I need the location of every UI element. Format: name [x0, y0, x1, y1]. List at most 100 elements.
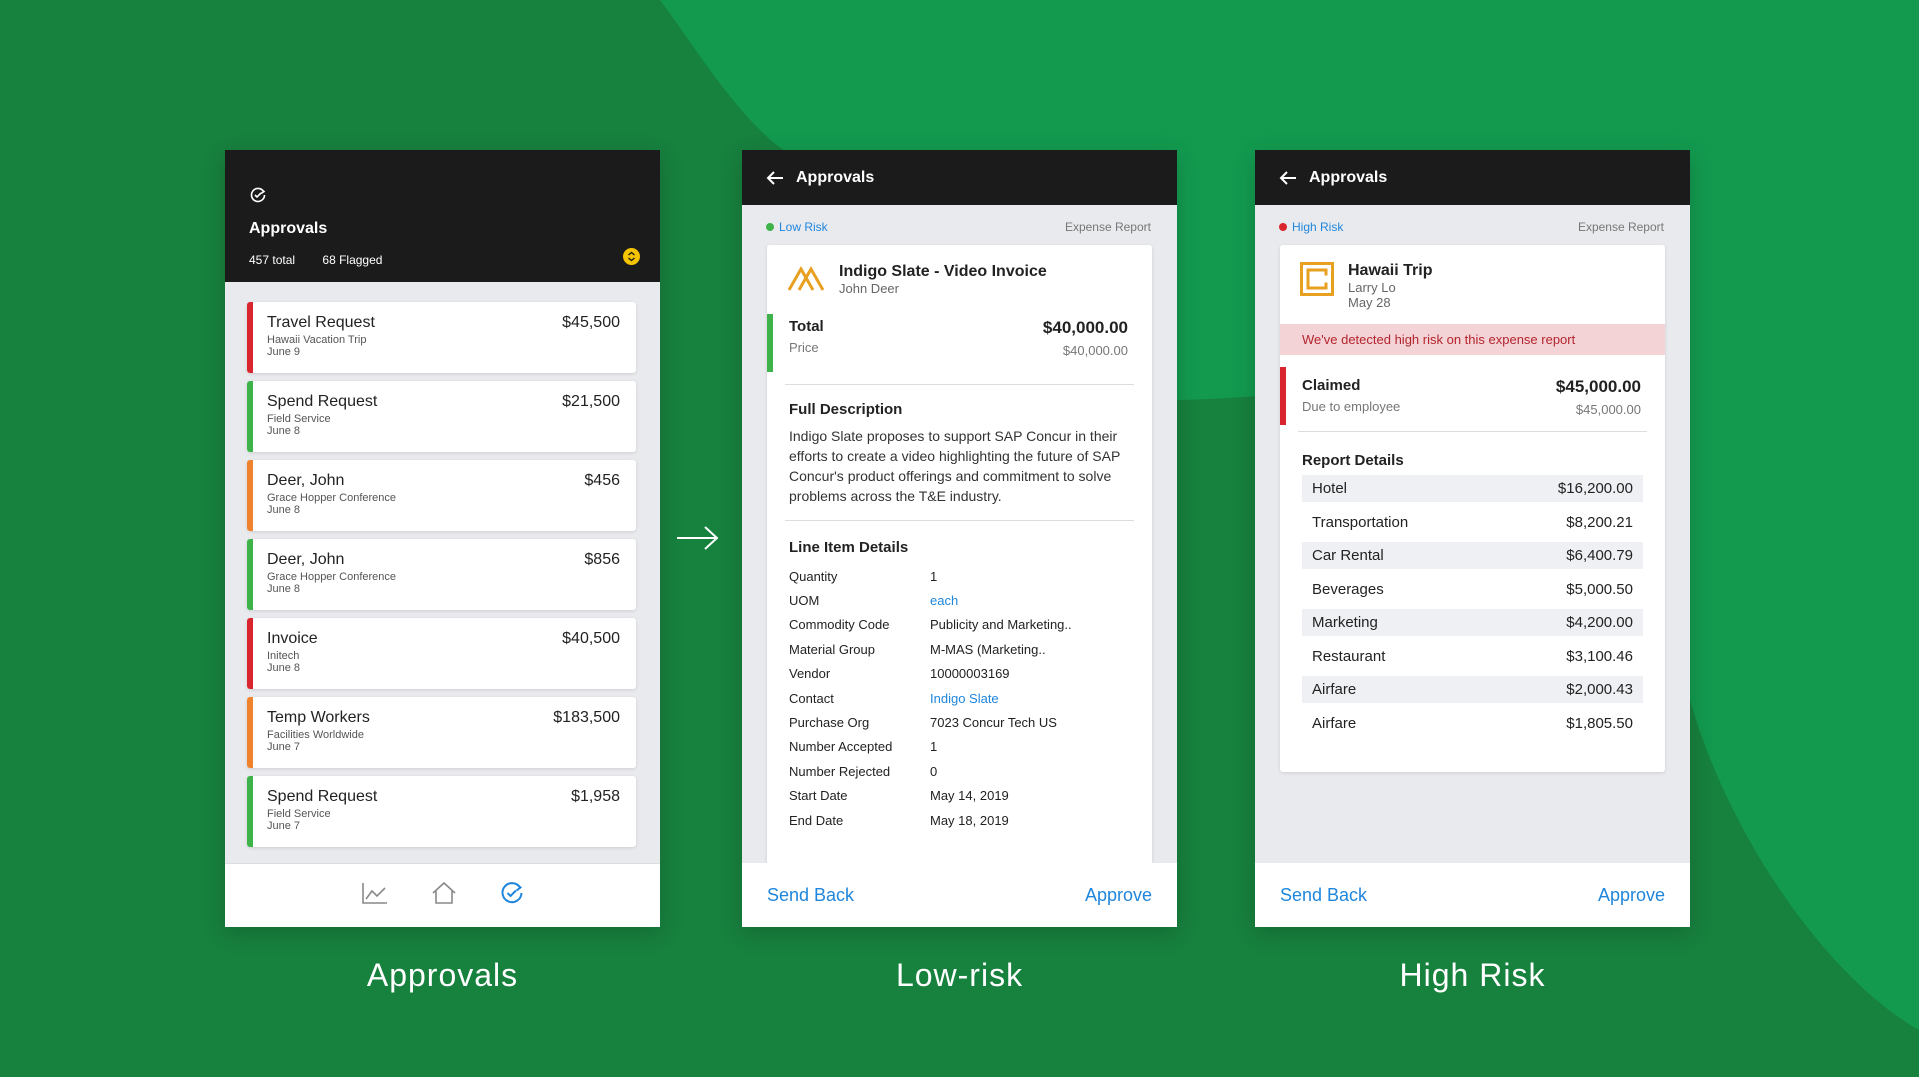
request-date: June 8 — [267, 504, 301, 516]
request-subtitle: Hawaii Vacation Trip — [267, 334, 367, 346]
report-detail-row[interactable]: Transportation $8,200.21 — [1302, 509, 1643, 536]
home-icon[interactable] — [431, 881, 457, 910]
total-amount-sub: $40,000.00 — [1062, 343, 1128, 358]
approval-card[interactable]: Spend Request Field Service June 7 $1,958 — [247, 776, 636, 847]
vendor-row: Indigo Slate - Video Invoice John Deer — [767, 245, 1152, 296]
tab-approvals-icon[interactable] — [499, 880, 525, 911]
risk-dot-icon — [766, 223, 774, 231]
detail-amount: $8,200.21 — [1566, 513, 1633, 531]
line-item-label: Purchase Org — [789, 715, 870, 731]
line-item-row: Purchase Org 7023 Concur Tech US — [789, 710, 1132, 734]
approval-card[interactable]: Spend Request Field Service June 8 $21,500 — [247, 381, 636, 452]
risk-row: Low Risk Expense Report — [742, 205, 1177, 234]
line-item-value: 1 — [930, 739, 938, 755]
report-detail-row[interactable]: Restaurant $3,100.46 — [1302, 643, 1643, 670]
approval-card[interactable]: Deer, John Grace Hopper Conference June 8 $… — [247, 539, 636, 610]
report-detail-row[interactable]: Airfare $2,000.43 — [1302, 676, 1643, 703]
caption-low-risk: Low-risk — [895, 957, 1024, 993]
detail-header: Approvals — [1255, 150, 1690, 205]
action-bar: Send Back Approve — [1255, 863, 1690, 927]
line-item-row: UOM each — [789, 588, 1132, 612]
detail-label: Beverages — [1312, 580, 1384, 598]
detail-amount: $16,200.00 — [1557, 480, 1633, 497]
action-bar: Send Back Approve — [742, 863, 1177, 927]
high-risk-screen: Approvals High Risk Expense Report Hawai… — [1255, 150, 1690, 927]
detail-label: Transportation — [1312, 513, 1409, 531]
vendor-logo-icon — [787, 265, 825, 296]
header-title: Approvals — [796, 168, 875, 186]
invoice-card: Indigo Slate - Video Invoice John Deer T… — [767, 245, 1152, 865]
detail-header: Approvals — [742, 150, 1177, 205]
line-item-value[interactable]: Indigo Slate — [930, 691, 999, 706]
line-item-value[interactable]: each — [930, 593, 958, 608]
line-item-label: Commodity Code — [789, 617, 890, 633]
line-item-label: Quantity — [789, 568, 838, 584]
report-detail-row[interactable]: Marketing $4,200.00 — [1302, 609, 1643, 636]
request-date: June 8 — [267, 662, 301, 674]
description-text: Indigo Slate proposes to support SAP Con… — [789, 428, 1121, 504]
status-bar — [247, 697, 253, 768]
line-item-label: UOM — [789, 593, 820, 609]
report-detail-row[interactable]: Airfare $1,805.50 — [1302, 710, 1643, 737]
send-back-button[interactable]: Send Back — [1280, 885, 1367, 906]
report-detail-row[interactable]: Hotel $16,200.00 — [1302, 475, 1643, 502]
request-amount: $21,500 — [562, 393, 620, 410]
trip-name: Hawaii Trip — [1348, 262, 1433, 279]
approvals-header: Approvals 457 total 68 Flagged — [225, 150, 660, 282]
detail-amount: $6,400.79 — [1566, 547, 1633, 564]
approve-button[interactable]: Approve — [1085, 885, 1152, 906]
approval-card[interactable]: Travel Request Hawaii Vacation Trip June 9… — [247, 302, 636, 373]
request-subtitle: Field Service — [267, 413, 331, 425]
request-subtitle: Facilities Worldwide — [267, 729, 364, 741]
concur-logo-icon — [1300, 262, 1334, 301]
line-item-value: 0 — [930, 763, 938, 779]
chart-icon[interactable] — [361, 881, 389, 910]
caption-high-risk: High Risk — [1399, 957, 1546, 993]
line-item-value: May 14, 2019 — [930, 788, 1009, 804]
line-items-list: Quantity 1 UOM each Commodity Code Publicity … — [789, 564, 1132, 832]
total-label: Total — [789, 318, 824, 335]
line-item-label: Vendor — [789, 666, 831, 682]
request-date: June 8 — [267, 425, 301, 437]
approve-button[interactable]: Approve — [1598, 885, 1665, 906]
approval-card[interactable]: Invoice Initech June 8 $40,500 — [247, 618, 636, 689]
approval-card[interactable]: Deer, John Grace Hopper Conference June 8 $… — [247, 460, 636, 531]
detail-label: Car Rental — [1312, 547, 1384, 564]
report-details-list: Hotel $16,200.00 Transportation $8,200.21 Ca… — [1302, 475, 1643, 737]
total-row: Total Price $40,000.00 $40,000.00 — [767, 314, 1152, 372]
back-arrow-icon[interactable] — [766, 170, 784, 186]
claimed-sub: Due to employee — [1302, 399, 1401, 414]
request-subtitle: Grace Hopper Conference — [267, 571, 397, 583]
back-arrow-icon[interactable] — [1279, 170, 1297, 186]
line-item-value: 1 — [930, 568, 938, 584]
report-type: Expense Report — [1064, 220, 1151, 234]
report-detail-row[interactable]: Car Rental $6,400.79 — [1302, 542, 1643, 569]
report-type: Expense Report — [1577, 220, 1664, 234]
status-bar — [247, 460, 253, 531]
detail-label: Airfare — [1312, 681, 1357, 698]
request-amount: $1,958 — [571, 788, 620, 805]
detail-label: Marketing — [1312, 614, 1378, 631]
total-sub: Price — [789, 340, 819, 355]
request-date: June 7 — [267, 741, 301, 753]
total-count: 457 total — [249, 253, 296, 267]
detail-label: Airfare — [1312, 714, 1357, 732]
line-item-row: Contact Indigo Slate — [789, 686, 1132, 710]
refresh-check-icon[interactable] — [249, 186, 267, 209]
expense-report-card: Hawaii Trip Larry Lo May 28 We've detect… — [1280, 245, 1665, 772]
approval-card[interactable]: Temp Workers Facilities Worldwide June 7 $1… — [247, 697, 636, 768]
status-bar — [247, 381, 253, 452]
status-bar — [1280, 367, 1286, 425]
request-title: Spend Request — [267, 788, 378, 805]
report-detail-row[interactable]: Beverages $5,000.50 — [1302, 576, 1643, 603]
request-title: Deer, John — [267, 551, 345, 568]
vendor-name: Indigo Slate - Video Invoice — [839, 263, 1047, 280]
caption-approvals: Approvals — [366, 957, 519, 993]
send-back-button[interactable]: Send Back — [767, 885, 854, 906]
report-details-section: Report Details Hotel $16,200.00 Transporta… — [1280, 432, 1665, 737]
status-bar — [247, 302, 253, 373]
flagged-count[interactable]: 68 Flagged — [322, 253, 382, 267]
low-risk-screen: Approvals Low Risk Expense Report Indigo… — [742, 150, 1177, 927]
sort-toggle-icon[interactable] — [623, 248, 640, 265]
claimed-amount: $45,000.00 — [1555, 377, 1641, 396]
